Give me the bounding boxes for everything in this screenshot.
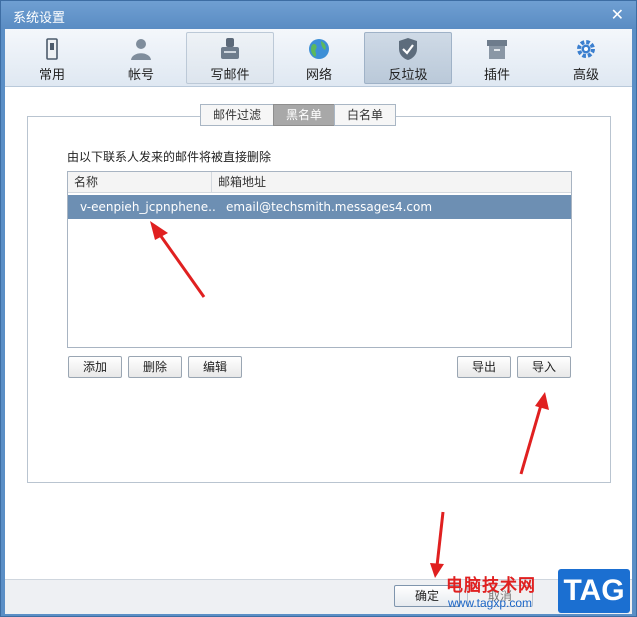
tab-advanced-label: 高级 xyxy=(572,68,599,83)
general-icon xyxy=(46,38,58,60)
site-watermark: 电脑技术网 www.tagxp.com TAG xyxy=(446,569,634,615)
edit-button[interactable]: 编辑 xyxy=(188,356,242,378)
blacklist-description: 由以下联系人发来的邮件将被直接删除 xyxy=(67,150,272,164)
subtab-blacklist[interactable]: 黑名单 xyxy=(273,104,336,126)
title-bar: 系统设置 ✕ xyxy=(1,1,636,29)
close-icon[interactable]: ✕ xyxy=(611,5,624,24)
tab-plugin-label: 插件 xyxy=(483,68,510,83)
add-button[interactable]: 添加 xyxy=(68,356,122,378)
watermark-tag-logo: TAG xyxy=(558,569,630,613)
row-email: email@techsmith.messages4.com xyxy=(226,200,433,214)
tab-plugin[interactable]: 插件 xyxy=(453,32,541,84)
tab-general[interactable]: 常用 xyxy=(8,32,96,84)
tab-network-label: 网络 xyxy=(305,68,332,83)
antispam-subtabs: 邮件过滤 黑名单 白名单 xyxy=(200,104,397,126)
watermark-url: www.tagxp.com xyxy=(448,596,533,610)
subtab-whitelist[interactable]: 白名单 xyxy=(334,104,397,126)
tab-general-label: 常用 xyxy=(38,68,65,83)
plugin-icon xyxy=(487,40,507,59)
tab-compose[interactable]: 写邮件 xyxy=(186,32,274,84)
antispam-icon xyxy=(399,38,417,60)
subtab-mail-filter[interactable]: 邮件过滤 xyxy=(200,104,275,126)
settings-toolbar: 常用 帐号 写邮件 网络 反垃圾 插件 高级 xyxy=(5,29,632,87)
delete-button[interactable]: 删除 xyxy=(128,356,182,378)
settings-window: 系统设置 ✕ 常用 帐号 写邮件 网络 反垃圾 插件 高级 邮件过滤 黑名单 白… xyxy=(0,0,637,617)
settings-content: 邮件过滤 黑名单 白名单 由以下联系人发来的邮件将被直接删除 名称 邮箱地址 v… xyxy=(5,87,632,579)
export-button[interactable]: 导出 xyxy=(457,356,511,378)
compose-icon xyxy=(221,38,239,59)
tab-advanced[interactable]: 高级 xyxy=(542,32,630,84)
import-button[interactable]: 导入 xyxy=(517,356,571,378)
blacklist-table: 名称 邮箱地址 v-eenpieh_jcpnphene... email@tec… xyxy=(67,171,572,348)
network-icon xyxy=(309,39,329,59)
tab-compose-label: 写邮件 xyxy=(210,68,250,83)
watermark-text: 电脑技术网 xyxy=(446,576,536,596)
account-icon xyxy=(131,39,151,60)
column-name-header[interactable]: 名称 xyxy=(68,172,212,192)
tab-account-label: 帐号 xyxy=(127,68,154,83)
row-name: v-eenpieh_jcpnphene... xyxy=(80,200,216,214)
advanced-icon xyxy=(577,40,595,58)
table-row[interactable]: v-eenpieh_jcpnphene... email@techsmith.m… xyxy=(68,195,571,219)
tab-network[interactable]: 网络 xyxy=(275,32,363,84)
tab-antispam[interactable]: 反垃圾 xyxy=(364,32,452,84)
column-email-header[interactable]: 邮箱地址 xyxy=(212,172,571,192)
window-title: 系统设置 xyxy=(13,11,66,26)
table-header: 名称 邮箱地址 xyxy=(68,172,571,193)
tab-account[interactable]: 帐号 xyxy=(97,32,185,84)
tab-antispam-label: 反垃圾 xyxy=(388,68,428,83)
